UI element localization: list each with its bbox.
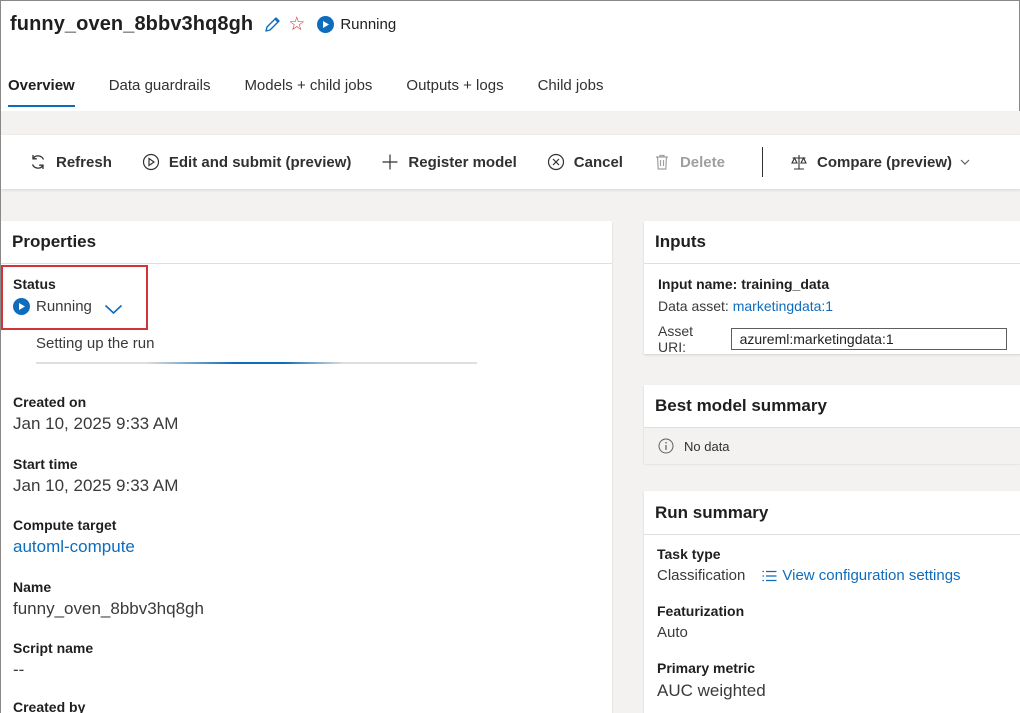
no-data-text: No data [684,438,730,454]
run-summary-card: Run summary Task type Classification Vie… [644,491,1020,713]
created-on-label: Created on [13,394,87,410]
created-by-field: Created by [13,699,85,713]
cancel-circle-icon [546,152,566,172]
cancel-label: Cancel [573,153,623,171]
status-row: Running [13,298,123,315]
setup-progress-fill [145,362,344,364]
run-summary-title: Run summary [644,491,1020,535]
favorite-star-icon[interactable]: ☆ [288,15,305,34]
inputs-title: Inputs [644,221,1020,264]
name-label: Name [13,579,52,595]
chevron-down-icon [960,159,970,165]
pencil-edit-icon[interactable] [262,14,282,34]
tab-child-jobs[interactable]: Child jobs [538,71,604,111]
plus-icon [380,152,400,172]
properties-title: Properties [1,221,612,264]
script-name-value: -- [13,660,25,679]
compute-target-link[interactable]: automl-compute [13,537,135,557]
featurization-label: Featurization [657,603,745,619]
compute-target-field: Compute target automl-compute [13,517,135,557]
script-name-field: Script name -- [13,640,93,680]
best-model-empty-state: No data [644,428,1020,464]
tab-data-guardrails[interactable]: Data guardrails [109,71,211,111]
asset-uri-row: Asset URI: [658,323,1007,355]
status-expand-chevron-icon[interactable] [104,304,123,315]
featurization-field: Featurization Auto [657,603,744,641]
created-on-field: Created on Jan 10, 2025 9:33 AM [13,394,178,434]
created-by-label: Created by [13,699,86,713]
inputs-card: Inputs Input name: training_data Data as… [644,221,1020,355]
compare-button[interactable]: Compare (preview) [789,152,970,172]
primary-metric-label: Primary metric [657,660,756,676]
list-icon [762,570,777,582]
register-model-label: Register model [408,153,517,171]
toolbar-divider [762,147,763,177]
register-model-button[interactable]: Register model [380,152,517,172]
running-status-icon [13,298,30,315]
task-type-label: Task type [657,546,721,562]
start-time-value: Jan 10, 2025 9:33 AM [13,476,179,495]
asset-uri-label: Asset URI: [658,323,694,355]
refresh-button[interactable]: Refresh [28,152,112,172]
task-type-field: Task type Classification View configurat… [657,546,961,584]
edit-submit-label: Edit and submit (preview) [168,153,352,171]
tab-outputs-logs[interactable]: Outputs + logs [406,71,503,111]
trash-icon [652,152,672,172]
start-time-field: Start time Jan 10, 2025 9:33 AM [13,456,178,496]
data-asset-row: Data asset: marketingdata:1 [658,298,1007,314]
start-time-label: Start time [13,456,78,472]
delete-label: Delete [679,153,725,171]
command-bar: Refresh Edit and submit (preview) Regist… [1,135,1020,189]
header-status-text: Running [340,15,397,33]
asset-uri-field[interactable] [730,328,1007,350]
primary-metric-field: Primary metric AUC weighted [657,660,766,701]
view-configuration-link[interactable]: View configuration settings [762,567,961,584]
inputs-body: Input name: training_data Data asset: ma… [644,264,1020,366]
info-icon [657,437,675,455]
primary-metric-value: AUC weighted [657,681,766,700]
data-asset-label: Data asset: [658,298,733,314]
tab-overview[interactable]: Overview [8,71,75,111]
best-model-summary-card: Best model summary No data [644,385,1020,464]
script-name-label: Script name [13,640,94,656]
job-title: funny_oven_8bbv3hq8gh [10,12,254,35]
best-model-title: Best model summary [644,385,1020,428]
job-overview-page: funny_oven_8bbv3hq8gh ☆ Running Overview… [1,1,1020,713]
edit-submit-button[interactable]: Edit and submit (preview) [141,152,352,172]
setup-progress-bar [36,362,477,364]
setup-status-text: Setting up the run [36,335,155,352]
compare-label: Compare (preview) [817,153,953,171]
refresh-label: Refresh [56,153,112,171]
status-label: Status [13,276,56,292]
delete-button[interactable]: Delete [652,152,725,172]
tab-bar: Overview Data guardrails Models + child … [1,71,637,111]
created-on-value: Jan 10, 2025 9:33 AM [13,414,179,433]
refresh-icon [28,152,48,172]
task-type-row: Classification View configuration settin… [657,567,961,584]
scale-icon [789,152,809,172]
tab-models-child-jobs[interactable]: Models + child jobs [244,71,372,111]
featurization-value: Auto [657,624,688,641]
running-status-icon [317,15,335,33]
name-field: Name funny_oven_8bbv3hq8gh [13,579,204,619]
properties-card: Properties Status Running Setting up the… [1,221,612,713]
job-header: funny_oven_8bbv3hq8gh ☆ Running [10,9,396,39]
status-highlight-box: Status Running [1,265,148,330]
play-circle-icon [141,152,161,172]
status-value: Running [36,298,92,315]
name-value: funny_oven_8bbv3hq8gh [13,599,204,618]
compute-target-label: Compute target [13,517,117,533]
task-type-value: Classification [657,567,746,584]
view-configuration-label: View configuration settings [782,567,961,584]
input-name: Input name: training_data [658,276,830,292]
data-asset-link[interactable]: marketingdata:1 [733,298,833,314]
cancel-button[interactable]: Cancel [546,152,623,172]
